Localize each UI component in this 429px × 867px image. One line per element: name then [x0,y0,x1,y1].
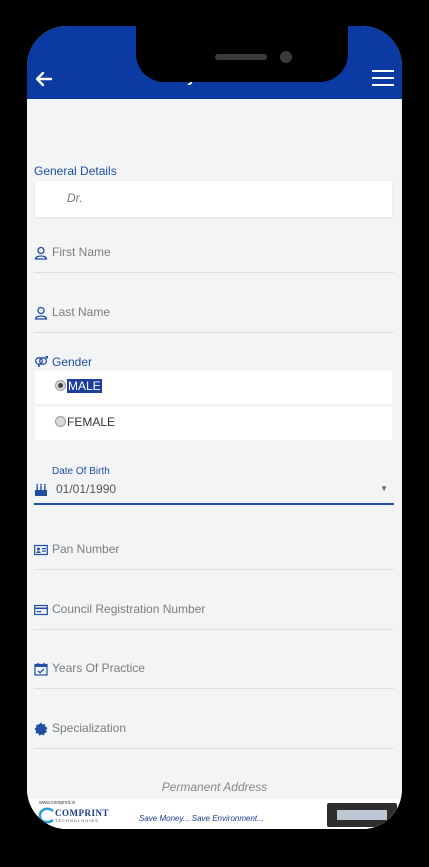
general-details-heading: General Details [34,164,117,178]
dob-select[interactable]: 01/01/1990 ▼ [34,479,394,505]
specialization-placeholder: Specialization [52,721,127,735]
dropdown-arrow-icon: ▼ [380,484,388,493]
dob-label: Date Of Birth [52,466,110,477]
comprint-swoosh-icon [38,807,54,824]
first-name-field[interactable]: First Name [34,242,394,273]
radio-female-label: FEMALE [67,415,116,429]
id-card-icon [34,544,48,556]
council-registration-field[interactable]: Council Registration Number [34,599,394,630]
permanent-address-heading: Permanent Address [161,780,268,794]
pan-number-field[interactable]: Pan Number [34,539,394,570]
first-name-placeholder: First Name [52,245,111,259]
front-camera [280,51,292,63]
badge-icon [34,722,48,736]
user-icon [34,246,48,260]
advertisement-banner[interactable]: www.comprint.in COMPRINT TECHNOLOGIES Sa… [27,799,402,829]
specialization-field[interactable]: Specialization [34,718,394,749]
calendar-check-icon [34,662,48,676]
ad-brand: COMPRINT [55,808,109,818]
card-icon [34,604,48,616]
hamburger-menu-icon[interactable] [372,70,394,86]
birthday-cake-icon [35,483,47,496]
radio-female[interactable] [55,416,66,427]
ad-brand-sub: TECHNOLOGIES [55,818,99,823]
user-icon [34,306,48,320]
salutation-field[interactable]: Dr. [35,181,392,217]
years-of-practice-field[interactable]: Years Of Practice [34,658,394,689]
gender-label: Gender [52,355,93,369]
speaker-grille [215,54,267,60]
last-name-field[interactable]: Last Name [34,302,394,333]
ad-tagline: Save Money... Save Environment... [139,814,264,823]
radio-male-label: MALE [67,379,102,393]
profile-form: General Details Dr. First Name Last Name… [27,99,402,829]
gender-option-male[interactable]: MALE [35,371,392,404]
dob-value: 01/01/1990 [56,482,117,496]
pan-number-placeholder: Pan Number [52,542,120,556]
last-name-placeholder: Last Name [52,305,111,319]
ad-product-image [327,803,397,827]
gender-icon [35,355,48,367]
council-registration-placeholder: Council Registration Number [52,602,206,616]
gender-option-female[interactable]: FEMALE [35,407,392,440]
years-of-practice-placeholder: Years Of Practice [52,661,145,675]
salutation-value: Dr. [67,191,83,205]
phone-frame: My Profile General Details Dr. First Nam… [27,26,402,829]
radio-male[interactable] [55,380,66,391]
